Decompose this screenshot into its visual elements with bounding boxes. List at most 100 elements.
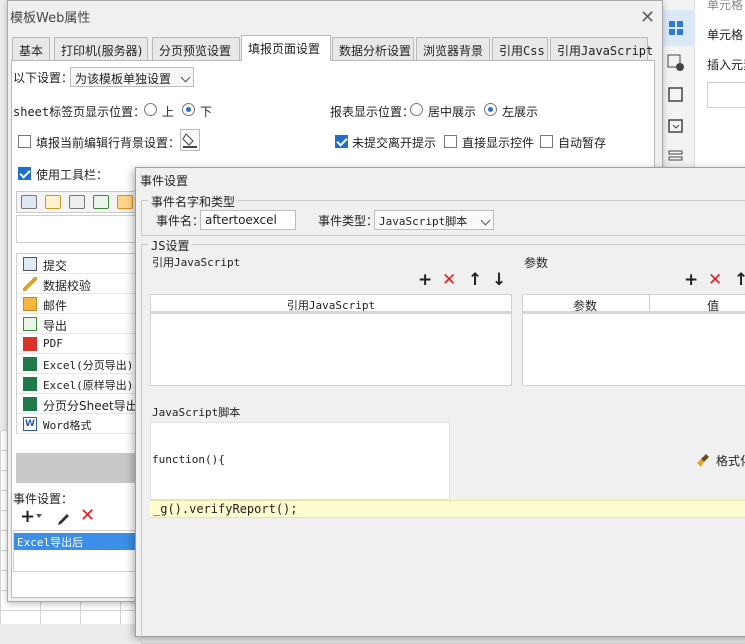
toolbar-divider-bar [16, 453, 140, 483]
list-item[interactable]: 邮件 [17, 294, 141, 314]
excel-icon [23, 377, 37, 391]
list-item-label: 分页分Sheet导出 [43, 399, 138, 413]
tab-css[interactable]: 引用Css [492, 37, 548, 60]
dropdown-box-icon [668, 119, 683, 133]
add-dropdown-icon[interactable] [36, 514, 42, 518]
fill-bg-label: 填报当前编辑行背景设置： [36, 136, 181, 150]
ref-js-label: 引用JavaScript [152, 256, 241, 269]
move-down-icon[interactable]: ↓ [492, 272, 506, 289]
export-icon[interactable] [93, 195, 109, 209]
list-item-label: 导出 [43, 319, 68, 333]
move-up-icon[interactable]: ↑ [468, 272, 482, 289]
tab-basic[interactable]: 基本 [12, 37, 50, 60]
tab-data-analysis[interactable]: 数据分析设置 [332, 37, 414, 60]
paint-bucket-icon [182, 133, 197, 148]
list-item[interactable]: 导出 [17, 314, 141, 334]
tab-fill-page[interactable]: 填报页面设置 [241, 35, 331, 61]
radio-top[interactable] [144, 103, 157, 116]
event-name-label: 事件名： [156, 214, 205, 228]
delete-param-icon[interactable]: ✕ [708, 272, 722, 289]
right-panel-insert-label: 插入元素 [707, 58, 745, 72]
toolbar-preview [16, 191, 140, 213]
add-ref-js-icon[interactable]: + [418, 272, 432, 289]
params-label: 参数 [524, 256, 549, 270]
event-list-item[interactable]: Excel导出后 [14, 533, 141, 550]
script-editor[interactable]: function(){ [150, 422, 450, 500]
direct-show-checkbox[interactable] [444, 135, 457, 148]
frame-tab[interactable] [667, 86, 685, 104]
frame-icon [668, 87, 683, 102]
radio-bottom-label: 下 [200, 105, 213, 119]
value-column-header: 值 [707, 299, 720, 313]
list-item-label: 数据校验 [43, 279, 92, 293]
list-item-label: 提交 [43, 259, 68, 273]
event-settings-dialog: 事件设置 事件名字和类型 事件名： aftertoexcel 事件类型： Jav… [135, 167, 745, 644]
add-param-icon[interactable]: + [684, 272, 698, 289]
settings-combo-value: 为该模板单独设置 [75, 72, 172, 86]
print-icon[interactable] [69, 195, 85, 209]
sheet-tab-position-label: sheet标签页显示位置： [13, 105, 146, 119]
tab-browser-bg[interactable]: 浏览器背景 [416, 37, 490, 60]
toolbar-search-box[interactable] [16, 215, 140, 243]
delete-event-icon[interactable]: ✕ [80, 507, 95, 525]
settings-combo[interactable]: 为该模板单独设置 [70, 67, 194, 87]
fill-bg-picker-button[interactable] [180, 129, 200, 151]
delete-ref-js-icon[interactable]: ✕ [442, 272, 456, 289]
widget-tab[interactable] [667, 118, 685, 136]
event-name-input[interactable]: aftertoexcel [200, 210, 296, 230]
word-icon: W [23, 417, 37, 431]
radio-bottom[interactable] [182, 103, 195, 116]
event-settings-label: 事件设置： [13, 492, 74, 506]
list-item[interactable]: 分页分Sheet导出 [17, 394, 141, 414]
param-column-header: 参数 [573, 299, 598, 313]
event-type-value: JavaScript脚本 [379, 215, 468, 228]
use-toolbar-label: 使用工具栏： [36, 168, 109, 182]
radio-left[interactable] [484, 103, 497, 116]
info-grid-icon [667, 54, 684, 71]
script-label: JavaScript脚本 [152, 406, 241, 419]
list-item-label: Excel(分页导出) [43, 359, 134, 372]
list-item[interactable]: 数据校验 [17, 274, 141, 294]
save-icon[interactable] [21, 195, 37, 209]
right-panel-input[interactable] [707, 82, 745, 108]
list-item[interactable]: PDF [17, 334, 141, 354]
list-item[interactable]: Excel(原样导出) [17, 374, 141, 394]
tab-javascript[interactable]: 引用JavaScript [550, 37, 653, 60]
close-icon[interactable]: ✕ [640, 9, 655, 27]
mail-icon[interactable] [117, 195, 133, 209]
radio-center[interactable] [410, 103, 423, 116]
report-position-label: 报表显示位置： [330, 105, 415, 119]
event-type-label: 事件类型： [318, 214, 379, 228]
code-function-line: function(){ [152, 453, 225, 466]
tab-page-preview[interactable]: 分页预览设置 [152, 37, 240, 60]
edit-event-icon[interactable] [56, 510, 72, 529]
params-table: 参数 值 [522, 294, 745, 386]
tab-printer[interactable]: 打印机(服务器) [54, 37, 148, 60]
use-toolbar-checkbox[interactable] [18, 167, 31, 180]
pencil-icon[interactable] [45, 195, 61, 209]
unsubmitted-leave-checkbox[interactable] [335, 135, 348, 148]
list-item-label: Excel(原样导出) [43, 379, 134, 392]
mail-icon [23, 297, 37, 311]
add-event-icon[interactable]: + [20, 508, 35, 526]
name-type-group-title: 事件名字和类型 [148, 193, 239, 210]
broom-icon [697, 454, 709, 467]
pencil-icon [58, 514, 69, 525]
column-divider [649, 295, 650, 311]
autosave-checkbox[interactable] [540, 135, 553, 148]
script-code-line[interactable]: _g().verifyReport(); [150, 500, 745, 518]
chevron-down-icon [180, 72, 191, 83]
ref-js-table: 引用JavaScript [150, 294, 512, 386]
submit-icon [23, 257, 37, 271]
format-label: 格式化 [716, 454, 745, 468]
event-type-combo[interactable]: JavaScript脚本 [374, 210, 494, 230]
param-move-up-icon[interactable]: ↑ [734, 272, 745, 289]
list-item[interactable]: 提交 [17, 254, 141, 274]
list-tab[interactable] [667, 148, 685, 166]
chevron-down-icon [480, 215, 491, 226]
list-item[interactable]: Excel(分页导出) [17, 354, 141, 374]
fill-bg-checkbox[interactable] [18, 135, 31, 148]
right-panel-cell-label: 单元格 [707, 28, 744, 42]
element-info-tab[interactable] [667, 54, 685, 72]
list-item[interactable]: W Word格式 [17, 414, 141, 434]
